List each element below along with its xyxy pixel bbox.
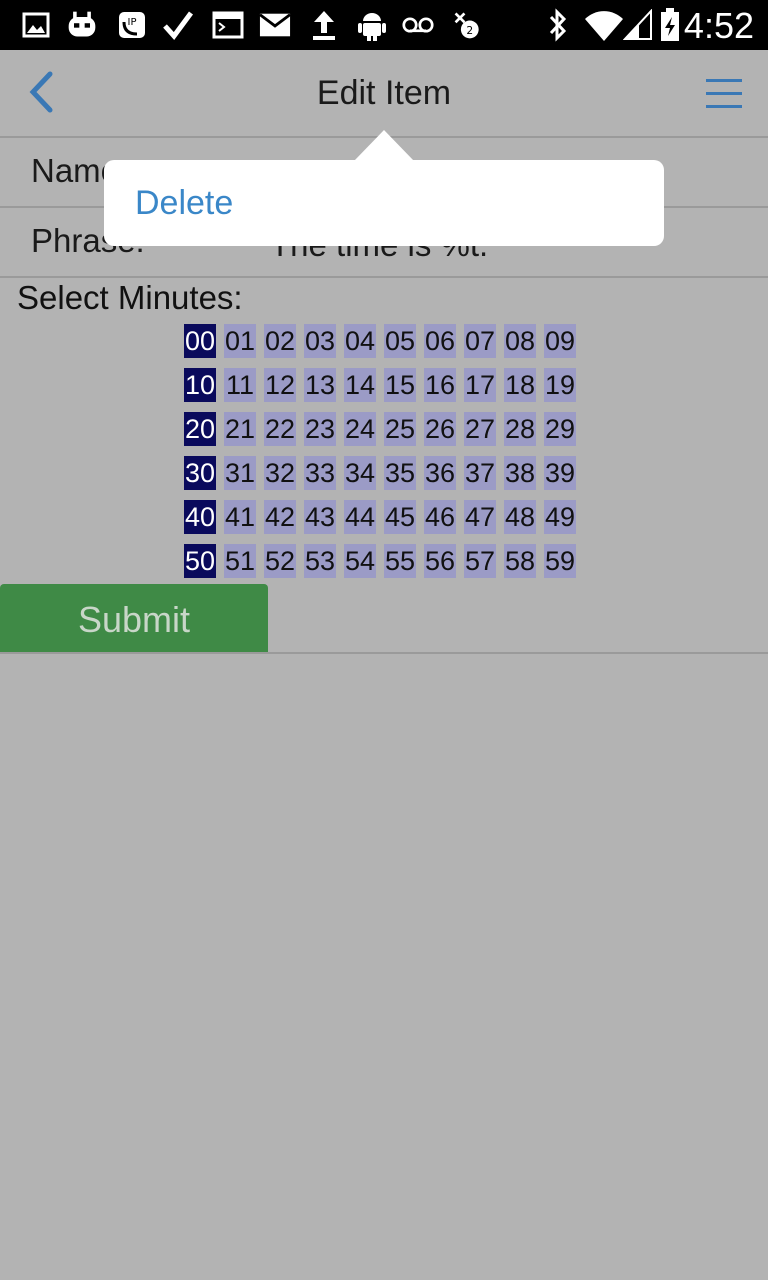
voicemail-icon [402,9,434,41]
minute-cell-19[interactable]: 19 [544,368,576,402]
voip-call-icon: IP [116,9,148,41]
minute-cell-16[interactable]: 16 [424,368,456,402]
minute-cell-27[interactable]: 27 [464,412,496,446]
minute-cell-15[interactable]: 15 [384,368,416,402]
minute-cell-03[interactable]: 03 [304,324,336,358]
minute-cell-08[interactable]: 08 [504,324,536,358]
mail-icon [259,9,291,41]
page-title: Edit Item [316,74,452,112]
minute-cell-55[interactable]: 55 [384,544,416,578]
minute-cell-38[interactable]: 38 [504,456,536,490]
minute-cell-22[interactable]: 22 [264,412,296,446]
popover-arrow [354,130,414,161]
clock: 4:52 [683,5,754,46]
minute-cell-51[interactable]: 51 [224,544,256,578]
android-icon [356,9,388,41]
minute-cell-23[interactable]: 23 [304,412,336,446]
minute-cell-40[interactable]: 40 [184,500,216,534]
minute-cell-07[interactable]: 07 [464,324,496,358]
delete-menu-item[interactable]: Delete [135,184,233,223]
gallery-icon [20,9,52,41]
minute-cell-57[interactable]: 57 [464,544,496,578]
minute-cell-26[interactable]: 26 [424,412,456,446]
select-minutes-label: Select Minutes: [17,279,243,316]
minute-cell-36[interactable]: 36 [424,456,456,490]
minute-cell-12[interactable]: 12 [264,368,296,402]
minute-cell-44[interactable]: 44 [344,500,376,534]
upload-icon [308,9,340,41]
minute-cell-52[interactable]: 52 [264,544,296,578]
battery-charging-icon [656,8,684,41]
menu-button[interactable] [700,74,748,114]
minute-cell-25[interactable]: 25 [384,412,416,446]
bluetooth-icon [542,8,574,42]
app-header: Edit Item [0,50,768,138]
minute-cell-35[interactable]: 35 [384,456,416,490]
minute-cell-39[interactable]: 39 [544,456,576,490]
wifi-icon [584,9,624,41]
minute-cell-30[interactable]: 30 [184,456,216,490]
minute-cell-34[interactable]: 34 [344,456,376,490]
minute-cell-53[interactable]: 53 [304,544,336,578]
minute-cell-18[interactable]: 18 [504,368,536,402]
minute-cell-56[interactable]: 56 [424,544,456,578]
minute-cell-00[interactable]: 00 [184,324,216,358]
minute-cell-13[interactable]: 13 [304,368,336,402]
cell-signal-icon [622,9,654,41]
minute-cell-41[interactable]: 41 [224,500,256,534]
minute-cell-42[interactable]: 42 [264,500,296,534]
svg-text:IP: IP [128,17,137,28]
minute-cell-28[interactable]: 28 [504,412,536,446]
notification-badge-icon: 2 [452,9,484,41]
minute-cell-14[interactable]: 14 [344,368,376,402]
minute-cell-17[interactable]: 17 [464,368,496,402]
minute-cell-46[interactable]: 46 [424,500,456,534]
minute-cell-47[interactable]: 47 [464,500,496,534]
minute-cell-49[interactable]: 49 [544,500,576,534]
minute-cell-54[interactable]: 54 [344,544,376,578]
terminal-icon [212,9,244,41]
minute-cell-02[interactable]: 02 [264,324,296,358]
minute-cell-31[interactable]: 31 [224,456,256,490]
minute-cell-29[interactable]: 29 [544,412,576,446]
submit-button[interactable]: Submit [0,584,268,652]
minute-cell-50[interactable]: 50 [184,544,216,578]
minute-cell-33[interactable]: 33 [304,456,336,490]
minute-cell-43[interactable]: 43 [304,500,336,534]
minute-cell-09[interactable]: 09 [544,324,576,358]
minute-cell-32[interactable]: 32 [264,456,296,490]
minute-cell-37[interactable]: 37 [464,456,496,490]
minute-cell-45[interactable]: 45 [384,500,416,534]
status-bar: IP 2 4:52 [0,0,768,50]
minute-cell-58[interactable]: 58 [504,544,536,578]
minute-cell-11[interactable]: 11 [224,368,256,402]
check-icon [162,9,194,41]
minute-cell-05[interactable]: 05 [384,324,416,358]
hamburger-menu-icon [706,79,742,108]
minute-cell-04[interactable]: 04 [344,324,376,358]
minute-cell-10[interactable]: 10 [184,368,216,402]
svg-text:2: 2 [466,24,473,37]
minute-cell-59[interactable]: 59 [544,544,576,578]
minute-cell-48[interactable]: 48 [504,500,536,534]
minute-cell-01[interactable]: 01 [224,324,256,358]
divider [0,652,768,654]
minute-cell-06[interactable]: 06 [424,324,456,358]
minute-cell-21[interactable]: 21 [224,412,256,446]
popover-menu: Delete [104,160,664,246]
cyanogen-icon [66,9,98,41]
minute-cell-24[interactable]: 24 [344,412,376,446]
minute-cell-20[interactable]: 20 [184,412,216,446]
